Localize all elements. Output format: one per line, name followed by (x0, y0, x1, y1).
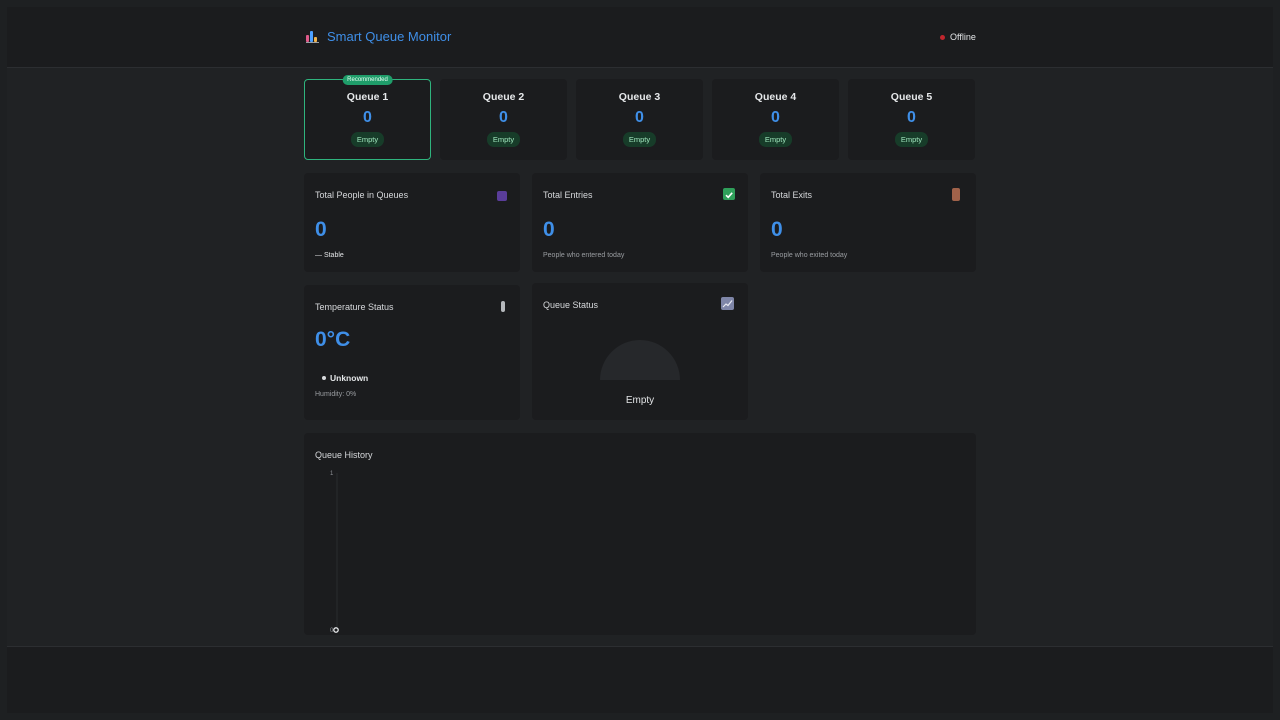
trend-chart-icon (721, 297, 734, 310)
stat-title: Temperature Status (315, 302, 394, 312)
stat-title: Total People in Queues (315, 190, 409, 200)
stat-title: Total Entries (543, 190, 593, 200)
queue-card-5[interactable]: Queue 5 0 Empty (848, 79, 975, 160)
queue-count: 0 (771, 109, 780, 126)
people-icon (497, 191, 507, 201)
footer (7, 646, 1273, 713)
queue-name: Queue 1 (346, 91, 389, 103)
humidity-label: Humidity: 0% (315, 391, 357, 398)
recommended-badge: Recommended (342, 75, 393, 85)
queue-count: 0 (363, 109, 372, 126)
y-tick-label: 1 (330, 471, 334, 477)
header (7, 7, 1273, 68)
door-icon (952, 188, 960, 201)
total-people-card: Total People in Queues 0 — Stable (304, 173, 520, 272)
queue-history-card: Queue History 10 (304, 433, 976, 635)
stat-title: Total Exits (771, 190, 813, 200)
temperature-state-label: Unknown (330, 373, 369, 383)
queue-card-2[interactable]: Queue 2 0 Empty (440, 79, 567, 160)
queue-status-card: Queue Status Empty (532, 283, 748, 420)
connection-status: Offline (940, 32, 976, 42)
stat-title: Queue Status (543, 300, 599, 310)
queue-count: 0 (499, 109, 508, 126)
queue-card-4[interactable]: Queue 4 0 Empty (712, 79, 839, 160)
queue-history-chart: 10 (330, 471, 339, 634)
queue-status-label: Empty (625, 395, 655, 406)
status-dot (940, 34, 945, 40)
queue-status-pill: Empty (486, 132, 521, 147)
stat-value: 0 (771, 218, 783, 241)
bar-chart-icon (306, 30, 320, 43)
total-entries-card: Total Entries 0 People who entered today (532, 173, 748, 272)
queue-card-1[interactable]: Recommended Queue 1 0 Empty (304, 75, 431, 160)
stat-value: 0 (315, 218, 327, 241)
temperature-card: Temperature Status 0°C Unknown Humidity:… (304, 285, 520, 420)
queue-status-pill: Empty (350, 132, 385, 147)
trend-label: — Stable (315, 252, 344, 259)
temperature-state: Unknown (322, 373, 368, 383)
app-title-text: Smart Queue Monitor (327, 29, 452, 44)
history-data-point[interactable] (333, 627, 339, 633)
state-dot (322, 376, 326, 380)
queue-gauge (600, 340, 680, 380)
checkmark-icon (723, 188, 735, 200)
queue-name: Queue 4 (754, 91, 797, 103)
stat-subtitle: People who exited today (771, 252, 848, 259)
thermometer-icon (501, 301, 505, 312)
app-title: Smart Queue Monitor (306, 29, 451, 44)
queue-count: 0 (907, 109, 916, 126)
status-label: Offline (950, 32, 976, 42)
queue-name: Queue 3 (618, 91, 661, 103)
queue-card-3[interactable]: Queue 3 0 Empty (576, 79, 703, 160)
queue-name: Queue 2 (482, 91, 525, 103)
queue-status-pill: Empty (758, 132, 793, 147)
queue-count: 0 (635, 109, 644, 126)
queue-name: Queue 5 (890, 91, 933, 103)
stat-value: 0 (543, 218, 555, 241)
total-exits-card: Total Exits 0 People who exited today (760, 173, 976, 272)
temperature-value: 0°C (315, 328, 351, 351)
queue-status-pill: Empty (622, 132, 657, 147)
queue-status-pill: Empty (894, 132, 929, 147)
stat-subtitle: People who entered today (543, 252, 625, 259)
